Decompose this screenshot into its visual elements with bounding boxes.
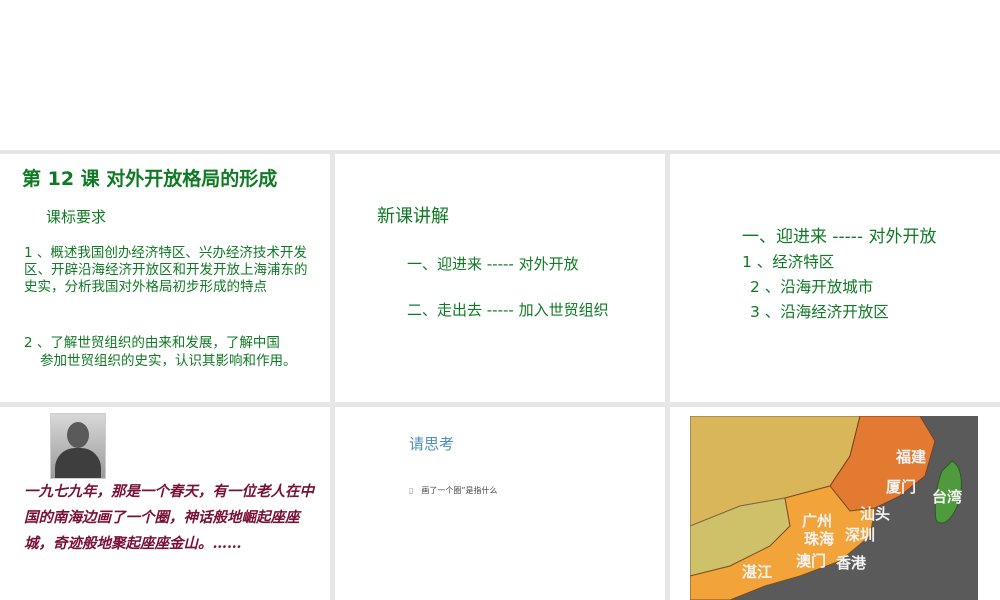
special-economic-zones-map: 福建 厦门 台湾 广州 汕头 珠海 深圳 澳门 香港 湛江 — [690, 416, 978, 600]
map-label-zhuhai: 珠海 — [804, 530, 834, 548]
map-label-hongkong: 香港 — [836, 554, 867, 572]
slide-thumbnail-5[interactable]: 请思考 ▯ 画了一个圈”是指什么 — [335, 407, 665, 600]
requirement-point-1: 1 、概述我国创办经济特区、兴办经济技术开发区、开辟沿海经济开放区和开发开放上海… — [24, 245, 308, 295]
map-label-shantou: 汕头 — [860, 505, 890, 523]
lesson-title: 第 12 课 对外开放格局的形成 — [22, 168, 278, 190]
outline-item-1: 一、迎进来 ----- 对外开放 — [407, 255, 579, 273]
question-item: ▯ 画了一个圈”是指什么 — [409, 485, 498, 496]
map-label-shenzhen: 深圳 — [845, 526, 875, 544]
requirement-point-2-line-2: 参加世贸组织的史实，认识其影响和作用。 — [40, 353, 297, 369]
requirement-point-2: 2 、了解世贸组织的由来和发展，了解中国 参加世贸组织的史实，认识其影响和作用。 — [24, 334, 324, 370]
bullet-icon: ▯ — [409, 486, 414, 495]
top-blank-area — [0, 0, 1000, 150]
outline-item-2: 二、走出去 ----- 加入世贸组织 — [407, 301, 609, 319]
map-label-guangzhou: 广州 — [802, 512, 832, 530]
map-label-zhanjiang: 湛江 — [742, 563, 772, 581]
map-label-macau: 澳门 — [796, 552, 826, 570]
story-paragraph: 一九七九年，那是一个春天，有一位老人在中国的南海边画了一个圈，神话般地崛起座座城… — [24, 483, 314, 552]
portrait-head — [67, 422, 89, 448]
slide-thumbnail-3[interactable]: 一、迎进来 ----- 对外开放 1 、经济特区 2 、沿海开放城市 3 、沿海… — [670, 154, 1000, 402]
section-item-1: 1 、经济特区 — [742, 253, 835, 271]
section-item-3: 3 、沿海经济开放区 — [750, 303, 889, 321]
question-text: 画了一个圈”是指什么 — [421, 486, 498, 495]
map-label-fujian: 福建 — [895, 448, 927, 466]
think-heading: 请思考 — [409, 435, 455, 453]
section-item-2: 2 、沿海开放城市 — [750, 278, 874, 296]
portrait-photo — [50, 413, 106, 479]
section-heading: 一、迎进来 ----- 对外开放 — [742, 227, 937, 247]
slide-thumbnail-1[interactable]: 第 12 课 对外开放格局的形成 课标要求 1 、概述我国创办经济特区、兴办经济… — [0, 154, 330, 402]
portrait-body — [55, 448, 101, 478]
map-label-xiamen: 厦门 — [886, 478, 916, 496]
slide-thumbnail-2[interactable]: 新课讲解 一、迎进来 ----- 对外开放 二、走出去 ----- 加入世贸组织 — [335, 154, 665, 402]
slide-thumbnail-6[interactable]: 福建 厦门 台湾 广州 汕头 珠海 深圳 澳门 香港 湛江 — [670, 407, 1000, 600]
curriculum-requirements-heading: 课标要求 — [46, 208, 107, 226]
new-lesson-heading: 新课讲解 — [377, 206, 449, 227]
requirement-point-2-line-1: 2 、了解世贸组织的由来和发展，了解中国 — [24, 335, 280, 351]
map-label-taiwan: 台湾 — [932, 488, 962, 506]
slide-thumbnail-4[interactable]: 一九七九年，那是一个春天，有一位老人在中国的南海边画了一个圈，神话般地崛起座座城… — [0, 407, 330, 600]
